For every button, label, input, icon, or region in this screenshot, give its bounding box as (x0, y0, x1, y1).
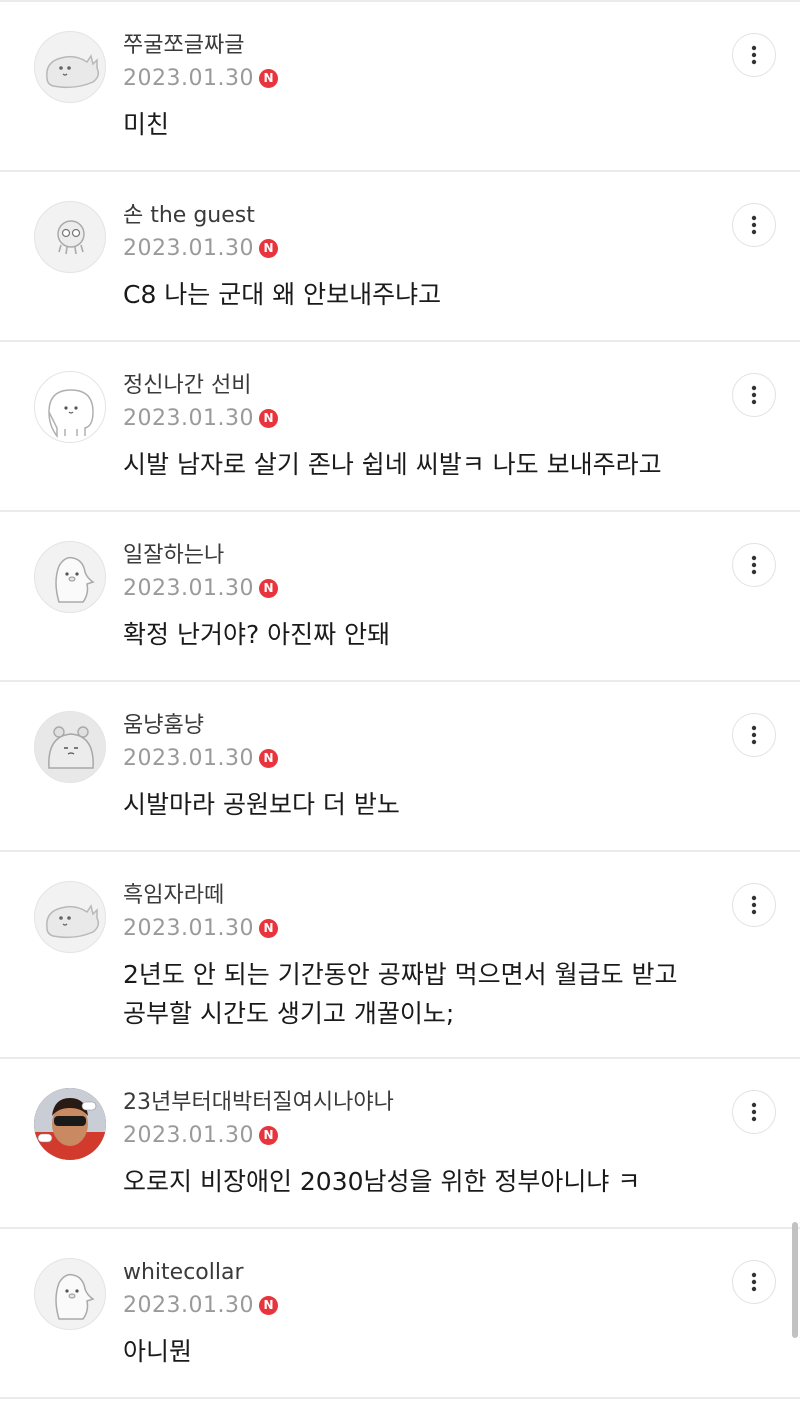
more-vertical-icon (751, 1102, 757, 1122)
comment-date: 2023.01.30 (123, 1122, 254, 1148)
comment-item: 일잘하는나 2023.01.30 N 확정 난거야? 아진짜 안돼 (0, 512, 800, 682)
penguin-avatar[interactable] (34, 1258, 106, 1330)
scrollbar-thumb[interactable] (792, 1222, 798, 1338)
comment-date: 2023.01.30 (123, 65, 254, 91)
more-vertical-icon (751, 385, 757, 405)
more-vertical-icon (751, 215, 757, 235)
comment-meta: 2023.01.30 N (123, 573, 800, 603)
comment-nickname[interactable]: 23년부터대박터질여시나야나 (123, 1089, 800, 1117)
comment-meta: 2023.01.30 N (123, 913, 800, 943)
more-button[interactable] (732, 1090, 776, 1134)
comment-meta: 2023.01.30 N (123, 1120, 800, 1150)
more-vertical-icon (751, 1272, 757, 1292)
comment-date: 2023.01.30 (123, 405, 254, 431)
more-button[interactable] (732, 883, 776, 927)
comment-nickname[interactable]: 일잘하는나 (123, 542, 800, 570)
comment-date: 2023.01.30 (123, 915, 254, 941)
dinosaur-avatar[interactable] (34, 881, 106, 953)
comment-item: whitecollar 2023.01.30 N 아니뭔 (0, 1229, 800, 1399)
more-button[interactable] (732, 33, 776, 77)
new-badge: N (258, 578, 278, 598)
comment-meta: 2023.01.30 N (123, 1290, 800, 1320)
comment-text: 아니뭔 (123, 1337, 193, 1366)
comment-nickname[interactable]: 정신나간 선비 (123, 372, 800, 400)
more-button[interactable] (732, 203, 776, 247)
comment-text: 시발 남자로 살기 존나 쉽네 씨발ㅋ 나도 보내주라고 (123, 450, 662, 479)
more-vertical-icon (751, 555, 757, 575)
new-badge: N (258, 748, 278, 768)
blob-avatar[interactable] (34, 371, 106, 443)
new-badge: N (258, 1125, 278, 1145)
comment-meta: 2023.01.30 N (123, 63, 800, 93)
comment-meta: 2023.01.30 N (123, 743, 800, 773)
comment-item: 움냥훔냥 2023.01.30 N 시발마라 공원보다 더 받노 (0, 682, 800, 852)
more-button[interactable] (732, 1260, 776, 1304)
comment-item: 흑임자라떼 2023.01.30 N 2년도 안 되는 기간동안 공짜밥 먹으면… (0, 852, 800, 1059)
octopus-avatar[interactable] (34, 201, 106, 273)
comment-item: 쭈굴쪼글짜글 2023.01.30 N 미친 (0, 2, 800, 172)
comment-date: 2023.01.30 (123, 745, 254, 771)
more-vertical-icon (751, 725, 757, 745)
more-vertical-icon (751, 895, 757, 915)
comment-date: 2023.01.30 (123, 235, 254, 261)
new-badge: N (258, 68, 278, 88)
comment-nickname[interactable]: 손 the guest (123, 202, 800, 230)
more-button[interactable] (732, 543, 776, 587)
comment-nickname[interactable]: 흑임자라떼 (123, 882, 800, 910)
new-badge: N (258, 918, 278, 938)
comment-nickname[interactable]: 쭈굴쪼글짜글 (123, 32, 800, 60)
comment-item: 손 the guest 2023.01.30 N C8 나는 군대 왜 안보내주… (0, 172, 800, 342)
photo-avatar[interactable] (34, 1088, 106, 1160)
penguin-avatar[interactable] (34, 541, 106, 613)
more-button[interactable] (732, 713, 776, 757)
comment-text: 오로지 비장애인 2030남성을 위한 정부아니냐 ㅋ (123, 1167, 641, 1196)
more-vertical-icon (751, 45, 757, 65)
comment-nickname[interactable]: 움냥훔냥 (123, 712, 800, 740)
dinosaur-avatar[interactable] (34, 31, 106, 103)
comment-list: 쭈굴쪼글짜글 2023.01.30 N 미친 손 the guest 2023.… (0, 0, 800, 1399)
comment-text: 시발마라 공원보다 더 받노 (123, 790, 400, 819)
new-badge: N (258, 1295, 278, 1315)
hamster-avatar[interactable] (34, 711, 106, 783)
comment-item: 정신나간 선비 2023.01.30 N 시발 남자로 살기 존나 쉽네 씨발ㅋ… (0, 342, 800, 512)
comment-nickname[interactable]: whitecollar (123, 1259, 800, 1287)
comment-meta: 2023.01.30 N (123, 403, 800, 433)
comment-text: 2년도 안 되는 기간동안 공짜밥 먹으면서 월급도 받고 공부할 시간도 생기… (123, 960, 678, 1028)
more-button[interactable] (732, 373, 776, 417)
comment-item: 23년부터대박터질여시나야나 2023.01.30 N 오로지 비장애인 203… (0, 1059, 800, 1229)
comment-meta: 2023.01.30 N (123, 233, 800, 263)
comment-date: 2023.01.30 (123, 1292, 254, 1318)
new-badge: N (258, 238, 278, 258)
new-badge: N (258, 408, 278, 428)
comment-text: 확정 난거야? 아진짜 안돼 (123, 620, 391, 649)
comment-text: C8 나는 군대 왜 안보내주냐고 (123, 280, 442, 309)
comment-text: 미친 (123, 110, 170, 139)
comment-date: 2023.01.30 (123, 575, 254, 601)
